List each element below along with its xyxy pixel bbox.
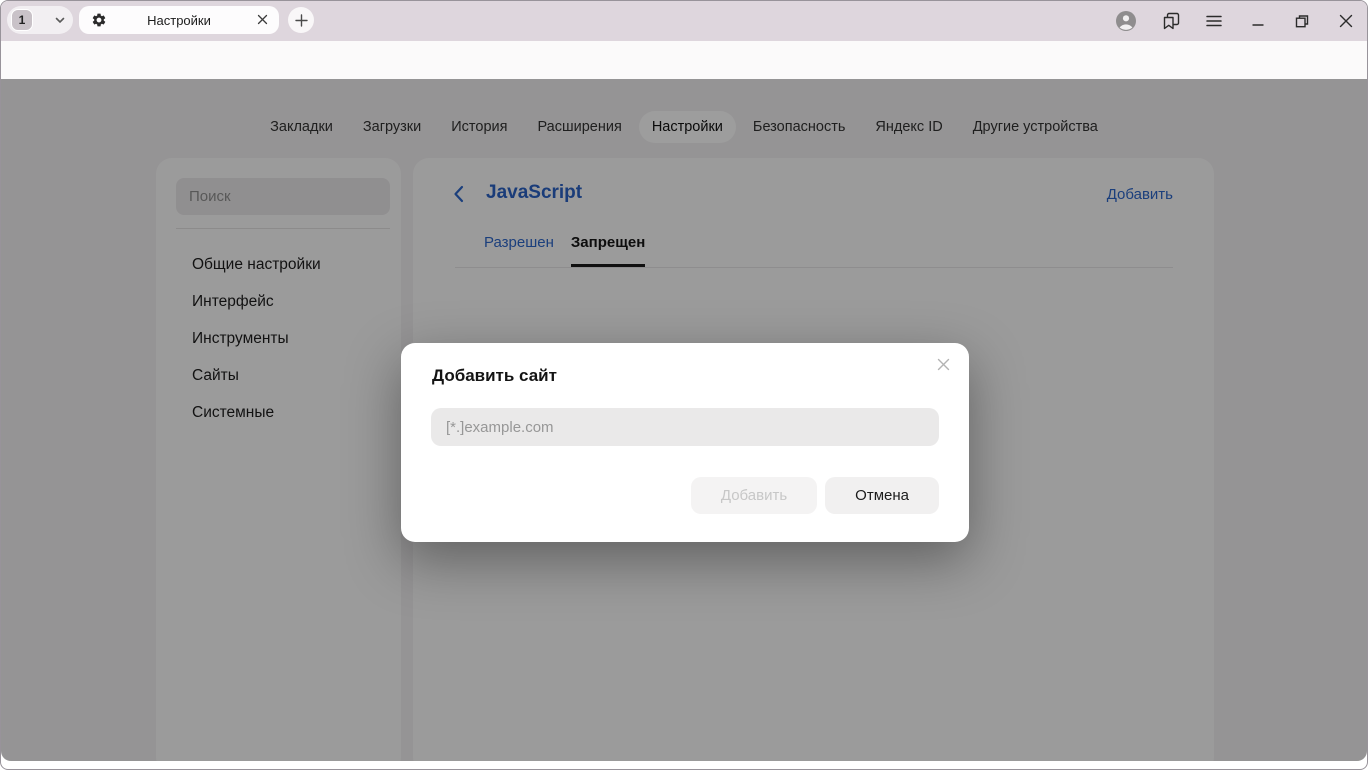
tab-title: Настройки bbox=[79, 13, 279, 28]
window-close-icon[interactable] bbox=[1335, 10, 1357, 32]
tab-group-control[interactable]: 1 bbox=[7, 6, 73, 34]
browser-window: 1 Настройки bbox=[0, 0, 1368, 770]
tab-close-icon[interactable] bbox=[256, 13, 269, 26]
menu-hamburger-icon[interactable] bbox=[1203, 10, 1225, 32]
window-minimize-icon[interactable] bbox=[1247, 10, 1269, 32]
browser-tab-settings[interactable]: Настройки bbox=[79, 6, 279, 34]
site-url-field[interactable] bbox=[431, 408, 939, 446]
dialog-cancel-button[interactable]: Отмена bbox=[825, 477, 939, 514]
dialog-actions: Добавить Отмена bbox=[691, 477, 939, 514]
profile-avatar[interactable] bbox=[1115, 10, 1137, 32]
tab-group-badge[interactable]: 1 bbox=[11, 9, 33, 31]
add-site-dialog: Добавить сайт Добавить Отмена bbox=[401, 343, 969, 542]
chevron-down-icon[interactable] bbox=[54, 14, 66, 26]
bookmarks-panel-icon[interactable] bbox=[1160, 10, 1182, 32]
window-restore-icon[interactable] bbox=[1291, 10, 1313, 32]
new-tab-button[interactable] bbox=[288, 7, 314, 33]
dialog-close-icon[interactable] bbox=[936, 357, 951, 372]
titlebar: 1 Настройки bbox=[1, 1, 1367, 41]
gear-icon bbox=[91, 12, 107, 28]
site-url-input[interactable] bbox=[431, 408, 939, 446]
navigation-toolbar: Я settings Настройки bbox=[1, 41, 1367, 79]
dialog-add-button[interactable]: Добавить bbox=[691, 477, 817, 514]
dialog-title: Добавить сайт bbox=[432, 366, 557, 386]
settings-page: Закладки Загрузки История Расширения Нас… bbox=[1, 79, 1367, 761]
